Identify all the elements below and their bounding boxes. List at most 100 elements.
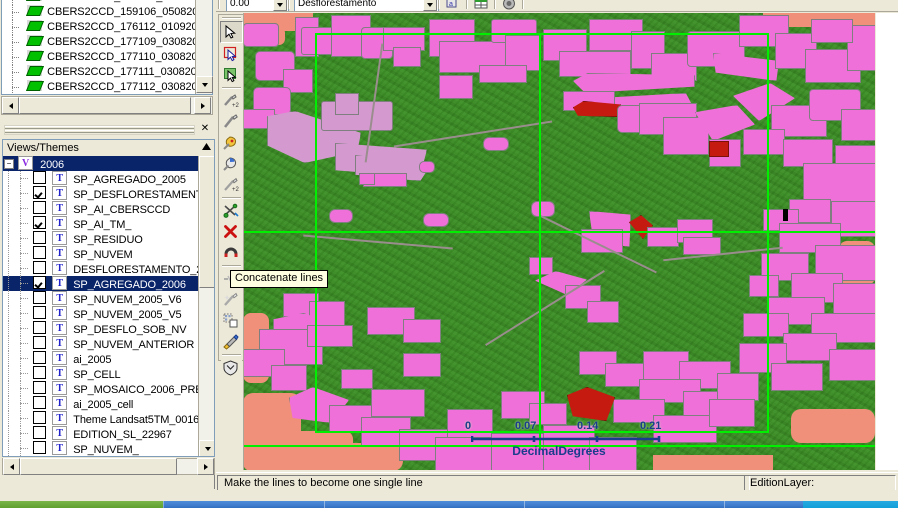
sidebar-item-desflorestamento-2005[interactable]: DESFLORESTAMENTO_2005 [3,261,214,276]
scroll-thumb[interactable] [20,458,177,475]
add-vertex-tool[interactable]: +2 [221,175,242,195]
sidebar-item-sp-agregado-2005[interactable]: SP_AGREGADO_2005 [3,171,198,186]
theme-checkbox[interactable] [33,351,47,364]
expander-icon[interactable]: − [3,156,15,171]
tree-item-label: SP_AGREGADO_2005 [73,174,186,186]
merge-line-tool[interactable] [221,290,242,310]
sidebar-item-sp-nuvem-2005-v5[interactable]: SP_NUVEM_2005_V5 [3,306,198,321]
list-item[interactable]: CBERS2CCD_177112_03082006 [2,80,212,94]
chevron-down-icon[interactable] [273,0,287,11]
copy-geometry-tool[interactable] [221,311,242,331]
theme-checkbox[interactable] [33,441,47,454]
move-node-tool[interactable] [221,154,242,174]
layer-combo-value: Desflorestamento [298,0,377,9]
theme-checkbox[interactable] [33,216,47,229]
chevron-down-icon[interactable] [423,0,437,11]
sidebar-item-sp-agregado-2006[interactable]: SP_AGREGADO_2006 [3,276,198,291]
paint-fill-tool[interactable] [221,332,242,352]
sidebar-item-sp-ai-cbersccd[interactable]: SP_AI_CBERSCCD [3,201,198,216]
sidebar-item-sp-nuvem-2[interactable]: SP_NUVEM_ [3,441,198,456]
theme-checkbox[interactable] [33,186,47,199]
scroll-down-button[interactable] [196,76,213,93]
system-tray[interactable] [803,501,898,508]
theme-checkbox[interactable] [33,456,46,457]
sort-ascending-icon[interactable] [201,143,212,155]
start-button[interactable] [0,501,163,508]
theme-checkbox[interactable] [33,366,47,379]
theme-checkbox[interactable] [33,396,47,409]
sidebar-item-sp-desflo-sob-nv[interactable]: SP_DESFLO_SOB_NV [3,321,198,336]
theme-checkbox[interactable] [33,171,47,184]
layer-combo[interactable]: Desflorestamento [294,0,439,11]
views-themes-tree[interactable]: − 2006 SP_AGREGADO_2005 SP_DESFLORESTAME… [2,156,215,457]
theme-icon [52,426,68,441]
image-file-list[interactable]: CBERS2CCD_159105_05082006 CBERS2CCD_1591… [1,0,213,95]
list-item[interactable]: CBERS2CCD_159106_05082006_ [2,5,212,20]
sidebar-item-sp-desflorestamento[interactable]: SP_DESFLORESTAMENTO [3,186,211,201]
list-item[interactable]: CBERS2CCD_176112_01092006 [2,20,212,35]
theme-checkbox[interactable] [33,321,47,334]
scroll-thumb[interactable] [199,156,214,288]
theme-checkbox[interactable] [33,261,47,274]
theme-checkbox[interactable] [33,246,47,259]
views-themes-titlebar[interactable]: ✕ [2,123,213,135]
concatenate-lines-tool[interactable] [221,201,242,221]
sidebar-item-sp-nuvem[interactable]: SP_NUVEM [3,246,198,261]
scale-combo[interactable]: 0.00 [226,0,289,11]
sidebar-item-sp-ai-tm[interactable]: SP_AI_TM_ [3,216,198,231]
taskbar-item[interactable] [724,501,804,508]
theme-tree-horizontal-scrollbar[interactable] [2,458,215,475]
target-button[interactable] [500,0,520,11]
list-item[interactable]: CBERS2CCD_177110_03082006 [2,50,212,65]
taskbar-item[interactable] [524,501,725,508]
scroll-left-button[interactable] [3,458,20,475]
sidebar-item-edition-sl-22967[interactable]: EDITION_SL_22967 [3,426,198,441]
pointer-tool[interactable] [220,21,243,43]
sidebar-item-sp-mosaico-2006-previat[interactable]: SP_MOSAICO_2006_PREVIAT [3,381,214,396]
theme-tree-vertical-scrollbar[interactable] [198,156,214,456]
sidebar-item-sp-cell[interactable]: SP_CELL [3,366,198,381]
scroll-right-button[interactable] [197,458,214,475]
delete-line-tool[interactable] [221,222,242,242]
dock-grip[interactable] [4,125,195,135]
theme-checkbox[interactable] [33,411,47,424]
file-list-vertical-scrollbar[interactable] [195,0,213,94]
sidebar-item-sp-residuo[interactable]: SP_RESIDUO [3,231,198,246]
tree-item-view-2006[interactable]: − 2006 [3,156,198,171]
select-polygon-tool[interactable] [221,44,242,64]
file-list-horizontal-scrollbar[interactable] [1,96,213,115]
taskbar-item[interactable] [163,501,325,508]
list-item[interactable]: CBERS2CCD_177109_03082006 [2,35,212,50]
theme-checkbox[interactable] [33,306,47,319]
select-area-tool[interactable] [221,65,242,85]
list-item[interactable]: CBERS2CCD_177111_03082006 [2,65,212,80]
draw-polygon-tool[interactable] [221,112,242,132]
sidebar-item-ai-2005[interactable]: ai_2005 [3,351,198,366]
map-canvas[interactable]: 0 0.07 0.14 0.21 DecimalDegrees [243,13,875,470]
theme-checkbox[interactable] [33,201,47,214]
snap-tool[interactable] [221,243,242,263]
validate-tool[interactable] [221,358,242,378]
scroll-down-button[interactable] [199,440,214,456]
scroll-right-button[interactable] [194,97,211,114]
close-icon[interactable]: ✕ [198,123,212,135]
sidebar-item-sp-nuvem-2005-v6[interactable]: SP_NUVEM_2005_V6 [3,291,198,306]
theme-checkbox[interactable] [33,231,47,244]
table-view-button[interactable] [472,0,492,11]
taskbar[interactable] [0,501,898,508]
theme-checkbox[interactable] [33,381,47,394]
zoom-window-button[interactable]: a [444,0,464,11]
theme-checkbox[interactable] [33,276,47,289]
theme-checkbox[interactable] [33,336,47,349]
taskbar-item[interactable] [324,501,525,508]
sidebar-item-sp-nuvem-anterior[interactable]: SP_NUVEM_ANTERIOR [3,336,198,351]
scroll-thumb[interactable] [19,97,191,114]
theme-checkbox[interactable] [33,426,47,439]
sidebar-item-ai-2005-cell[interactable]: ai_2005_cell [3,396,198,411]
scroll-left-button[interactable] [2,97,19,114]
theme-checkbox[interactable] [33,291,47,304]
sidebar-item-theme-landsat5tm[interactable]: Theme Landsat5TM_00166_C [3,411,214,426]
draw-line-tool[interactable]: +2 [221,91,242,111]
sidebar-item-sp-nuvem-recorte-ai-2[interactable]: SP_NUVEM_RECORTE_AI_2 [3,456,198,457]
edit-node-tool[interactable] [221,133,242,153]
